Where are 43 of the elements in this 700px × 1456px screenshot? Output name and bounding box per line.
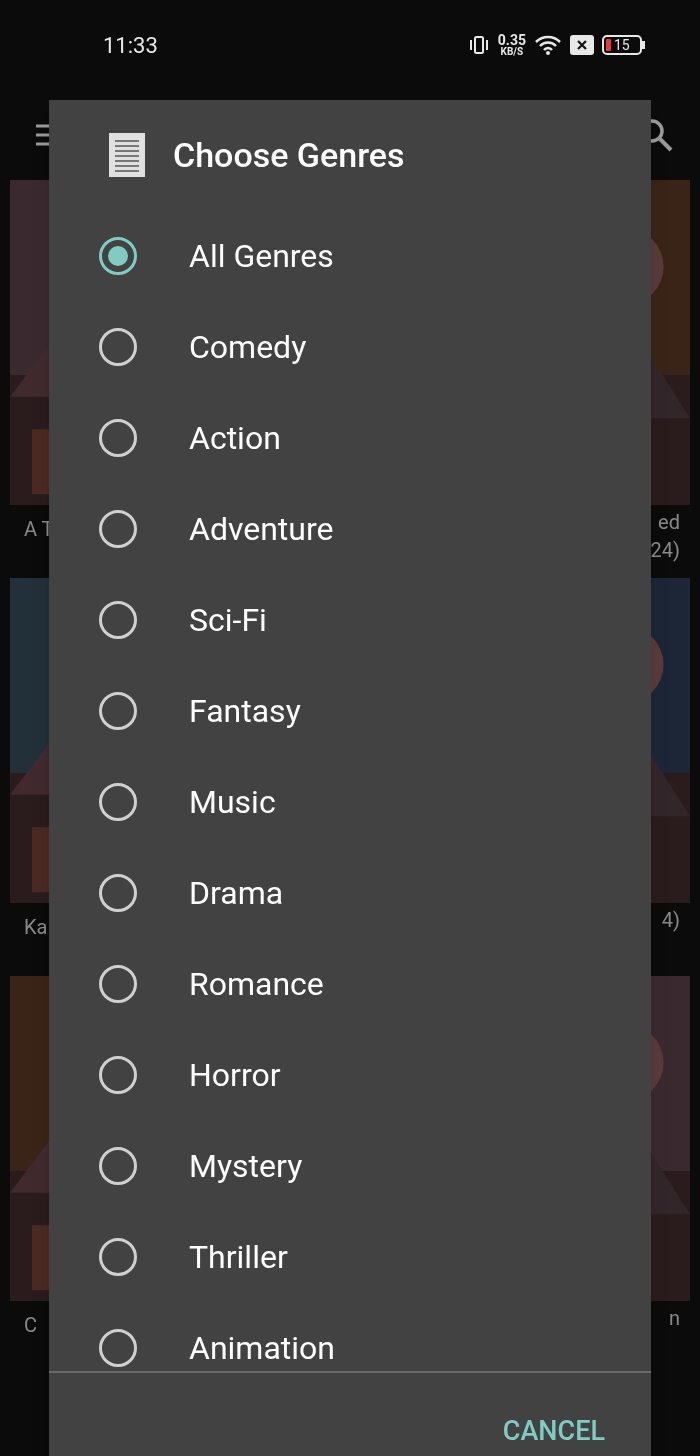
radio-button[interactable]	[99, 1146, 137, 1185]
movie-title: C	[24, 1312, 38, 1339]
radio-button[interactable]	[99, 236, 137, 275]
cancel-button[interactable]: CANCEL	[502, 1411, 605, 1452]
movie-title: n	[668, 1305, 680, 1332]
battery-fill	[606, 39, 611, 51]
close-icon	[570, 35, 594, 55]
genre-option[interactable]: Mystery	[189, 1141, 303, 1190]
radio-button[interactable]	[99, 418, 137, 457]
dialog-title: Choose Genres	[173, 133, 405, 177]
radio-button[interactable]	[99, 1328, 137, 1367]
genre-option[interactable]: Action	[189, 413, 281, 462]
genre-option[interactable]: Comedy	[189, 322, 307, 371]
wifi-icon	[534, 34, 562, 56]
battery-level: 15	[614, 38, 630, 52]
genre-option[interactable]: Adventure	[189, 504, 334, 553]
movie-title: Ka	[24, 914, 48, 941]
radio-button[interactable]	[99, 964, 137, 1003]
radio-button[interactable]	[99, 1237, 137, 1276]
radio-button[interactable]	[99, 691, 137, 730]
radio-button[interactable]	[99, 782, 137, 821]
list-icon	[109, 133, 145, 177]
radio-button[interactable]	[99, 600, 137, 639]
radio-button[interactable]	[99, 873, 137, 912]
genre-option[interactable]: Horror	[189, 1050, 281, 1099]
genre-option[interactable]: Fantasy	[189, 686, 301, 735]
genre-option[interactable]: Drama	[189, 868, 284, 917]
vibrate-icon	[467, 35, 490, 55]
movie-title: ed	[658, 509, 680, 536]
genre-option[interactable]: Animation	[189, 1323, 335, 1371]
genre-option[interactable]: Sci-Fi	[189, 595, 267, 644]
genre-option[interactable]: All Genres	[189, 231, 334, 280]
status-time: 11:33	[103, 31, 158, 60]
radio-button[interactable]	[99, 327, 137, 366]
radio-button[interactable]	[99, 1055, 137, 1094]
genre-option[interactable]: Thriller	[189, 1232, 288, 1281]
speed-unit: KB/S	[500, 47, 524, 57]
genre-option[interactable]: Music	[189, 777, 276, 826]
genre-option[interactable]: Romance	[189, 959, 324, 1008]
movie-title: 4)	[661, 907, 680, 934]
radio-button[interactable]	[99, 509, 137, 548]
movie-title: 24)	[650, 537, 680, 564]
network-speed: 0.35	[497, 33, 526, 47]
